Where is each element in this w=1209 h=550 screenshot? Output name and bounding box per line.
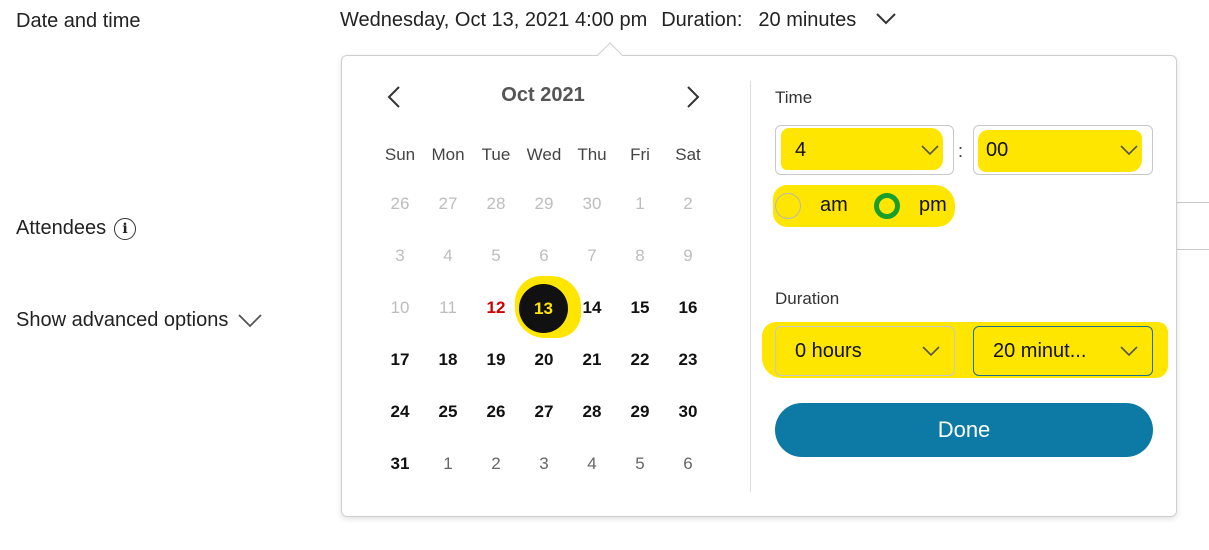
calendar-day: 29 bbox=[534, 194, 554, 213]
calendar-day: 5 bbox=[491, 246, 501, 265]
date-time-label: Date and time bbox=[16, 10, 141, 32]
calendar-day[interactable]: 5 bbox=[616, 449, 664, 479]
hour-select[interactable]: 4 bbox=[775, 125, 954, 175]
weekday-header: Tue bbox=[481, 145, 511, 164]
calendar-day[interactable]: 29 bbox=[616, 397, 664, 427]
date-time-summary[interactable]: Wednesday, Oct 13, 2021 4:00 pm Duration… bbox=[340, 9, 896, 32]
duration-minutes-value: 20 minut... bbox=[993, 339, 1087, 362]
chevron-down-icon bbox=[238, 313, 263, 327]
calendar-day: 11 bbox=[439, 298, 457, 317]
duration-label: Duration bbox=[775, 289, 840, 308]
attendees-label: Attendees i bbox=[16, 216, 137, 240]
weekday-header: Thu bbox=[577, 145, 607, 164]
calendar-day: 30 bbox=[582, 194, 602, 213]
calendar-day[interactable]: 1 bbox=[424, 449, 472, 479]
calendar-day[interactable]: 27 bbox=[520, 397, 568, 427]
calendar-day: 6 bbox=[539, 246, 549, 265]
done-button[interactable]: Done bbox=[775, 403, 1153, 457]
pm-radio[interactable] bbox=[874, 193, 900, 219]
calendar-day[interactable]: 18 bbox=[424, 345, 472, 375]
calendar-day[interactable]: 2 bbox=[472, 449, 520, 479]
summary-duration-value: 20 minutes bbox=[758, 9, 857, 31]
calendar-day[interactable]: 22 bbox=[616, 345, 664, 375]
weekday-header: Fri bbox=[630, 145, 650, 164]
popup-divider bbox=[750, 81, 751, 492]
calendar-day[interactable]: 3 bbox=[520, 449, 568, 479]
calendar-day: 27 bbox=[438, 194, 458, 213]
minute-value: 00 bbox=[986, 138, 1009, 161]
attendees-input[interactable] bbox=[1172, 202, 1209, 250]
chevron-down-icon[interactable] bbox=[876, 12, 896, 25]
calendar-day: 7 bbox=[587, 246, 597, 265]
summary-duration-label: Duration: bbox=[661, 9, 743, 31]
calendar-day[interactable]: 31 bbox=[376, 449, 424, 479]
time-label: Time bbox=[775, 88, 813, 107]
calendar-day[interactable]: 24 bbox=[376, 397, 424, 427]
calendar-day: 10 bbox=[390, 298, 410, 317]
duration-hours-value: 0 hours bbox=[795, 339, 862, 362]
calendar-day[interactable]: 21 bbox=[568, 345, 616, 375]
month-title: Oct 2021 bbox=[501, 84, 585, 106]
duration-minutes-select[interactable]: 20 minut... bbox=[973, 326, 1153, 376]
weekday-header: Sun bbox=[384, 145, 416, 164]
attendees-label-text: Attendees bbox=[16, 216, 107, 239]
calendar-day: 9 bbox=[683, 246, 693, 265]
calendar-day[interactable]: 23 bbox=[664, 345, 712, 375]
minute-select[interactable]: 00 bbox=[973, 125, 1153, 175]
calendar-day: 3 bbox=[395, 246, 405, 265]
weekday-header: Sat bbox=[675, 145, 701, 164]
show-advanced-options[interactable]: Show advanced options bbox=[16, 309, 263, 332]
calendar-day[interactable]: 26 bbox=[472, 397, 520, 427]
info-icon[interactable]: i bbox=[114, 218, 137, 240]
chevron-left-icon bbox=[387, 86, 400, 108]
am-label[interactable]: am bbox=[820, 194, 848, 217]
calendar-day-selected[interactable]: 13 bbox=[519, 284, 568, 333]
chevron-down-icon bbox=[922, 346, 940, 356]
next-month-button[interactable] bbox=[681, 85, 705, 109]
calendar-day: 2 bbox=[683, 194, 693, 213]
chevron-down-icon bbox=[1120, 145, 1138, 155]
chevron-right-icon bbox=[687, 86, 700, 108]
calendar-day[interactable]: 28 bbox=[568, 397, 616, 427]
calendar-day[interactable]: 16 bbox=[664, 293, 712, 323]
time-separator: : bbox=[958, 141, 964, 161]
hour-value: 4 bbox=[795, 138, 807, 161]
weekday-header: Mon bbox=[431, 145, 465, 164]
prev-month-button[interactable] bbox=[382, 85, 406, 109]
summary-date: Wednesday, Oct 13, 2021 4:00 pm bbox=[340, 9, 648, 31]
duration-hours-select[interactable]: 0 hours bbox=[775, 326, 955, 376]
calendar-day: 8 bbox=[635, 246, 645, 265]
chevron-down-icon bbox=[1120, 346, 1138, 356]
calendar-day[interactable]: 19 bbox=[472, 345, 520, 375]
calendar-day[interactable]: 17 bbox=[376, 345, 424, 375]
calendar-day[interactable]: 4 bbox=[568, 449, 616, 479]
chevron-down-icon bbox=[921, 145, 939, 155]
calendar-day[interactable]: 20 bbox=[520, 345, 568, 375]
calendar-day: 1 bbox=[635, 194, 645, 213]
show-advanced-options-label: Show advanced options bbox=[16, 309, 229, 331]
weekday-header: Wed bbox=[526, 145, 562, 164]
calendar-day[interactable]: 15 bbox=[616, 293, 664, 323]
calendar-day-today[interactable]: 12 bbox=[472, 293, 520, 323]
calendar-day[interactable]: 25 bbox=[424, 397, 472, 427]
calendar-day[interactable]: 14 bbox=[568, 293, 616, 323]
am-radio[interactable] bbox=[775, 193, 801, 219]
calendar-day: 4 bbox=[443, 246, 453, 265]
calendar-day: 26 bbox=[390, 194, 410, 213]
calendar-day[interactable]: 6 bbox=[664, 449, 712, 479]
pm-label[interactable]: pm bbox=[919, 194, 947, 217]
calendar-day[interactable]: 30 bbox=[664, 397, 712, 427]
calendar-day: 28 bbox=[486, 194, 506, 213]
